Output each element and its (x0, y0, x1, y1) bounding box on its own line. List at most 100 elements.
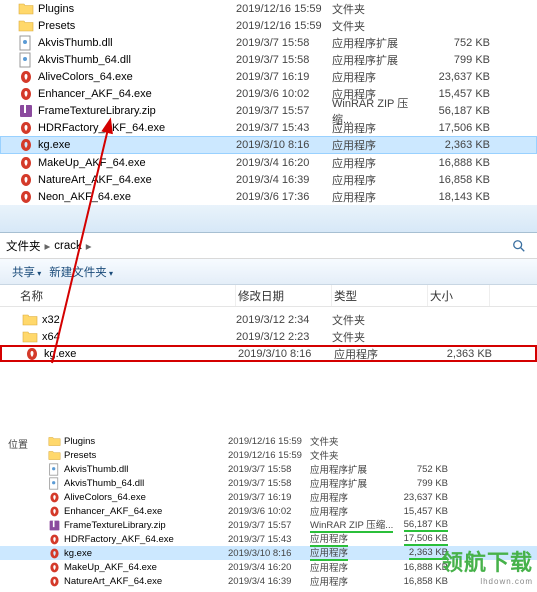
cell-type: 应用程序 (310, 490, 396, 504)
file-row[interactable]: kg.exe2019/3/10 8:16应用程序2,363 KB (0, 345, 537, 362)
cell-name: Presets (38, 20, 236, 32)
cell-name: Presets (64, 450, 228, 461)
file-row[interactable]: x642019/3/12 2:23文件夹 (0, 328, 537, 345)
file-row[interactable]: Neon_AKF_64.exe2019/3/6 17:36应用程序18,143 … (0, 188, 537, 205)
cell-size: 752 KB (428, 37, 490, 49)
cell-size: 799 KB (428, 54, 490, 66)
file-row[interactable]: MakeUp_AKF_64.exe2019/3/4 16:20应用程序16,88… (0, 154, 537, 171)
breadcrumb-segment[interactable]: crack (54, 240, 81, 252)
new-folder-button[interactable]: 新建文件夹 (49, 264, 113, 280)
cell-size: 18,143 KB (428, 191, 490, 203)
cell-name: kg.exe (44, 348, 238, 360)
explorer-top-pane: Plugins2019/12/16 15:59文件夹Presets2019/12… (0, 0, 537, 205)
cell-name: AkvisThumb_64.dll (38, 54, 236, 66)
cell-name: NatureArt_AKF_64.exe (38, 174, 236, 186)
zip-icon (48, 519, 61, 531)
file-row[interactable]: Enhancer_AKF_64.exe2019/3/6 10:02应用程序15,… (0, 85, 537, 102)
cell-size: 2,363 KB (430, 348, 492, 360)
file-row[interactable]: Enhancer_AKF_64.exe2019/3/6 10:02应用程序15,… (0, 504, 537, 518)
file-row[interactable]: AliveColors_64.exe2019/3/7 16:19应用程序23,6… (0, 68, 537, 85)
cell-type: 文件夹 (332, 18, 428, 34)
file-row[interactable]: FrameTextureLibrary.zip2019/3/7 15:57Win… (0, 518, 537, 532)
chevron-right-icon: ▸ (45, 239, 51, 253)
app-red-icon (18, 87, 34, 101)
app-red-icon (18, 156, 34, 170)
watermark-text-en: lhdown.com (441, 577, 533, 586)
cell-name: Plugins (38, 3, 236, 15)
cell-size: 17,506 KB (396, 533, 448, 546)
cell-date: 2019/3/4 16:39 (228, 576, 310, 587)
file-row[interactable]: Plugins2019/12/16 15:59文件夹 (0, 0, 537, 17)
header-name[interactable]: 名称 (18, 285, 236, 306)
cell-size: 56,187 KB (396, 519, 448, 532)
cell-type: 文件夹 (310, 434, 396, 448)
cell-type: 文件夹 (332, 1, 428, 17)
cell-name: kg.exe (64, 548, 228, 559)
file-row[interactable]: AkvisThumb_64.dll2019/3/7 15:58应用程序扩展799… (0, 476, 537, 490)
breadcrumb[interactable]: 文件夹 ▸ crack ▸ (0, 233, 537, 259)
cell-date: 2019/3/7 15:57 (236, 105, 332, 117)
file-row[interactable]: x322019/3/12 2:34文件夹 (0, 311, 537, 328)
cell-date: 2019/12/16 15:59 (228, 436, 310, 447)
app-red-icon (48, 561, 61, 573)
cell-date: 2019/3/7 15:58 (228, 478, 310, 489)
app-red-icon (48, 491, 61, 503)
folder-icon (22, 313, 38, 327)
breadcrumb-segment[interactable]: 文件夹 (6, 238, 41, 254)
header-date[interactable]: 修改日期 (236, 285, 332, 306)
cell-size: 16,888 KB (428, 157, 490, 169)
cell-type: 应用程序扩展 (310, 476, 396, 490)
cell-date: 2019/3/4 16:20 (236, 157, 332, 169)
cell-name: FrameTextureLibrary.zip (38, 105, 236, 117)
header-size[interactable]: 大小 (428, 285, 490, 306)
cell-date: 2019/3/7 15:58 (236, 54, 332, 66)
cell-name: AkvisThumb.dll (38, 37, 236, 49)
cell-size: 17,506 KB (428, 122, 490, 134)
zip-icon (18, 104, 34, 118)
file-row[interactable]: AkvisThumb.dll2019/3/7 15:58应用程序扩展752 KB (0, 34, 537, 51)
file-row[interactable]: Presets2019/12/16 15:59文件夹 (0, 17, 537, 34)
file-row[interactable]: AkvisThumb.dll2019/3/7 15:58应用程序扩展752 KB (0, 462, 537, 476)
app-red-icon (48, 533, 61, 545)
file-row[interactable]: Plugins2019/12/16 15:59文件夹 (0, 434, 537, 448)
folder-icon (18, 19, 34, 33)
folder-icon (18, 2, 34, 16)
cell-type: 文件夹 (310, 448, 396, 462)
window-titlebar[interactable] (0, 205, 537, 233)
cell-size: 799 KB (396, 478, 448, 489)
header-type[interactable]: 类型 (332, 285, 428, 306)
app-red-icon (18, 70, 34, 84)
search-icon[interactable] (509, 236, 529, 256)
app-red-icon (18, 190, 34, 204)
toolbar: 共享 新建文件夹 (0, 259, 537, 285)
share-menu[interactable]: 共享 (12, 264, 41, 280)
cell-date: 2019/3/7 15:58 (228, 464, 310, 475)
explorer-middle-pane: x322019/3/12 2:34文件夹x642019/3/12 2:23文件夹… (0, 307, 537, 362)
file-row[interactable]: HDRFactory_AKF_64.exe2019/3/7 15:43应用程序1… (0, 532, 537, 546)
cell-date: 2019/3/7 15:58 (236, 37, 332, 49)
cell-date: 2019/3/7 15:57 (228, 520, 310, 531)
file-row[interactable]: Presets2019/12/16 15:59文件夹 (0, 448, 537, 462)
file-row[interactable]: AkvisThumb_64.dll2019/3/7 15:58应用程序扩展799… (0, 51, 537, 68)
file-row[interactable]: NatureArt_AKF_64.exe2019/3/4 16:39应用程序16… (0, 171, 537, 188)
cell-name: HDRFactory_AKF_64.exe (38, 122, 236, 134)
folder-icon (22, 330, 38, 344)
cell-size: 15,457 KB (428, 88, 490, 100)
cell-name: x32 (42, 314, 236, 326)
cell-name: Plugins (64, 436, 228, 447)
column-headers: 名称 修改日期 类型 大小 (0, 285, 537, 307)
file-row[interactable]: HDRFactory_AKF_64.exe2019/3/7 15:43应用程序1… (0, 119, 537, 136)
cell-type: 应用程序 (332, 172, 428, 188)
cell-type: 应用程序 (332, 137, 428, 153)
app-red-icon (18, 121, 34, 135)
cell-date: 2019/12/16 15:59 (236, 20, 332, 32)
file-row[interactable]: AliveColors_64.exe2019/3/7 16:19应用程序23,6… (0, 490, 537, 504)
cell-name: HDRFactory_AKF_64.exe (64, 534, 228, 545)
file-row[interactable]: FrameTextureLibrary.zip2019/3/7 15:57Win… (0, 102, 537, 119)
cell-type: 应用程序 (332, 155, 428, 171)
cell-date: 2019/3/4 16:39 (236, 174, 332, 186)
app-red-icon (18, 138, 34, 152)
cell-date: 2019/3/7 16:19 (236, 71, 332, 83)
file-row[interactable]: kg.exe2019/3/10 8:16应用程序2,363 KB (0, 136, 537, 154)
cell-name: MakeUp_AKF_64.exe (64, 562, 228, 573)
